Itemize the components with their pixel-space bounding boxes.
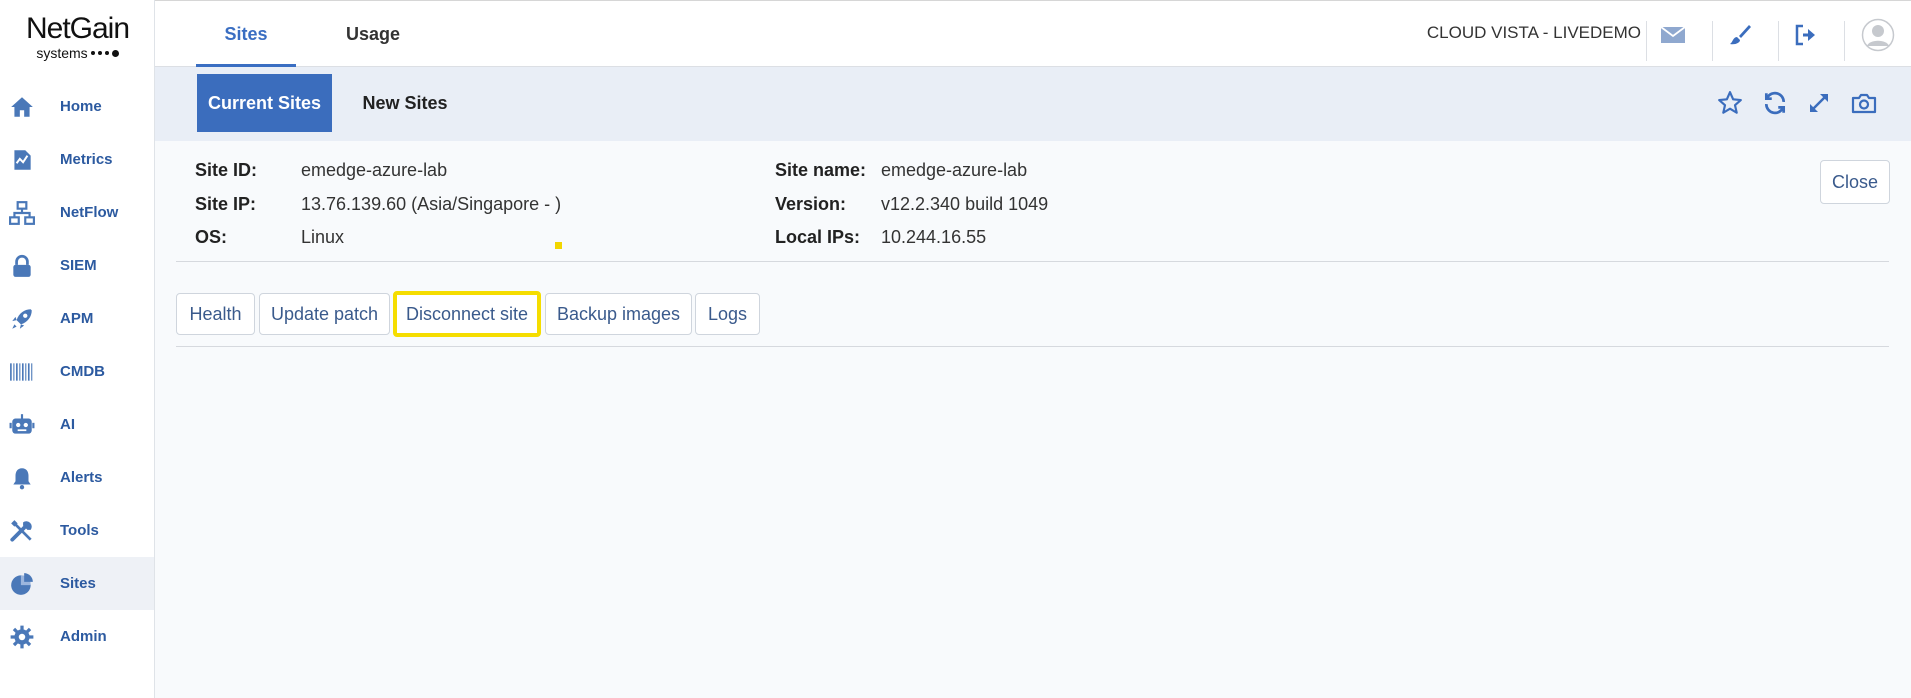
sidebar-item-label: Tools — [60, 522, 99, 539]
sidebar-item-tools[interactable]: Tools — [0, 504, 154, 557]
logout-icon[interactable] — [1786, 15, 1826, 55]
local-ips-label: Local IPs: — [775, 227, 861, 247]
site-id-label: Site ID: — [195, 160, 258, 180]
divider — [1844, 21, 1845, 61]
netflow-icon — [8, 200, 36, 226]
sidebar-item-cmdb[interactable]: CMDB — [0, 345, 154, 398]
close-button[interactable]: Close — [1820, 160, 1890, 204]
sub-header: Current Sites New Sites — [155, 67, 1911, 141]
expand-icon[interactable] — [1803, 87, 1835, 119]
site-detail-panel: Site ID: emedge-azure-lab Site IP: 13.76… — [155, 141, 1911, 698]
logo-title: NetGain — [25, 12, 130, 45]
backup-images-button[interactable]: Backup images — [545, 293, 692, 335]
lock-icon — [8, 253, 36, 279]
site-name-label: Site name: — [775, 160, 867, 180]
sidebar-item-label: AI — [60, 416, 75, 433]
rocket-icon — [8, 306, 36, 332]
cursor-marker — [555, 242, 562, 249]
site-name-value: emedge-azure-lab — [881, 160, 1028, 180]
tab-usage[interactable]: Usage — [323, 1, 423, 67]
os-label: OS: — [195, 227, 228, 247]
sidebar-item-label: Admin — [60, 628, 107, 645]
sidebar-item-netflow[interactable]: NetFlow — [0, 186, 154, 239]
sidebar-item-label: CMDB — [60, 363, 105, 380]
sidebar-item-apm[interactable]: APM — [0, 292, 154, 345]
refresh-icon[interactable] — [1759, 87, 1791, 119]
mail-icon[interactable] — [1653, 15, 1693, 55]
logo-subtitle: systems — [0, 45, 155, 61]
home-icon — [8, 94, 36, 120]
sidebar-item-label: Alerts — [60, 469, 103, 486]
gear-icon — [8, 624, 36, 650]
tab-current-sites[interactable]: Current Sites — [197, 74, 332, 132]
local-ips-value: 10.244.16.55 — [881, 227, 987, 247]
site-ip-value: 13.76.139.60 (Asia/Singapore - ) — [301, 194, 562, 214]
robot-icon — [8, 412, 36, 438]
brush-icon[interactable] — [1720, 15, 1760, 55]
top-bar: Sites Usage CLOUD VISTA - LIVEDEMO — [155, 0, 1911, 67]
sidebar-item-metrics[interactable]: Metrics — [0, 133, 154, 186]
sidebar-item-home[interactable]: Home — [0, 80, 154, 133]
sidebar-item-alerts[interactable]: Alerts — [0, 451, 154, 504]
divider — [176, 261, 1889, 262]
os-value: Linux — [301, 227, 345, 247]
sidebar-item-admin[interactable]: Admin — [0, 610, 154, 663]
version-label: Version: — [775, 194, 847, 214]
sidebar-item-label: Metrics — [60, 151, 113, 168]
health-button[interactable]: Health — [176, 293, 255, 335]
camera-icon[interactable] — [1848, 87, 1880, 119]
site-id-value: emedge-azure-lab — [301, 160, 448, 180]
netgain-logo[interactable]: NetGain systems — [0, 12, 155, 62]
sidebar-item-label: Home — [60, 98, 102, 115]
sidebar-item-ai[interactable]: AI — [0, 398, 154, 451]
sidebar-item-label: Sites — [60, 575, 96, 592]
barcode-icon — [8, 359, 36, 385]
divider — [176, 346, 1889, 347]
org-name: CLOUD VISTA - LIVEDEMO — [1426, 23, 1641, 42]
sidebar-item-label: SIEM — [60, 257, 97, 274]
logs-button[interactable]: Logs — [695, 293, 760, 335]
sites-icon — [8, 571, 36, 597]
update-patch-button[interactable]: Update patch — [259, 293, 390, 335]
tab-sites[interactable]: Sites — [196, 1, 296, 67]
tools-icon — [8, 518, 36, 544]
divider — [1712, 21, 1713, 61]
tab-new-sites[interactable]: New Sites — [347, 74, 463, 132]
sidebar-item-siem[interactable]: SIEM — [0, 239, 154, 292]
user-avatar-icon[interactable] — [1856, 13, 1900, 57]
star-icon[interactable] — [1714, 87, 1746, 119]
logo-dots-icon — [90, 49, 119, 57]
bell-icon — [8, 465, 36, 491]
sidebar-item-label: NetFlow — [60, 204, 119, 221]
logo-subtitle-text: systems — [36, 45, 88, 61]
site-ip-label: Site IP: — [195, 194, 257, 214]
sidebar-item-label: APM — [60, 310, 94, 327]
version-value: v12.2.340 build 1049 — [881, 194, 1049, 214]
disconnect-site-button[interactable]: Disconnect site — [393, 291, 541, 337]
divider — [1778, 21, 1779, 61]
sidebar-nav: Home Metrics NetFlow SIEM APM CMDB AI Al… — [0, 80, 154, 663]
metrics-icon — [8, 147, 36, 173]
sidebar: NetGain systems Home Metrics NetFlow SIE… — [0, 0, 155, 698]
sidebar-item-sites[interactable]: Sites — [0, 557, 154, 610]
divider — [1646, 21, 1647, 61]
